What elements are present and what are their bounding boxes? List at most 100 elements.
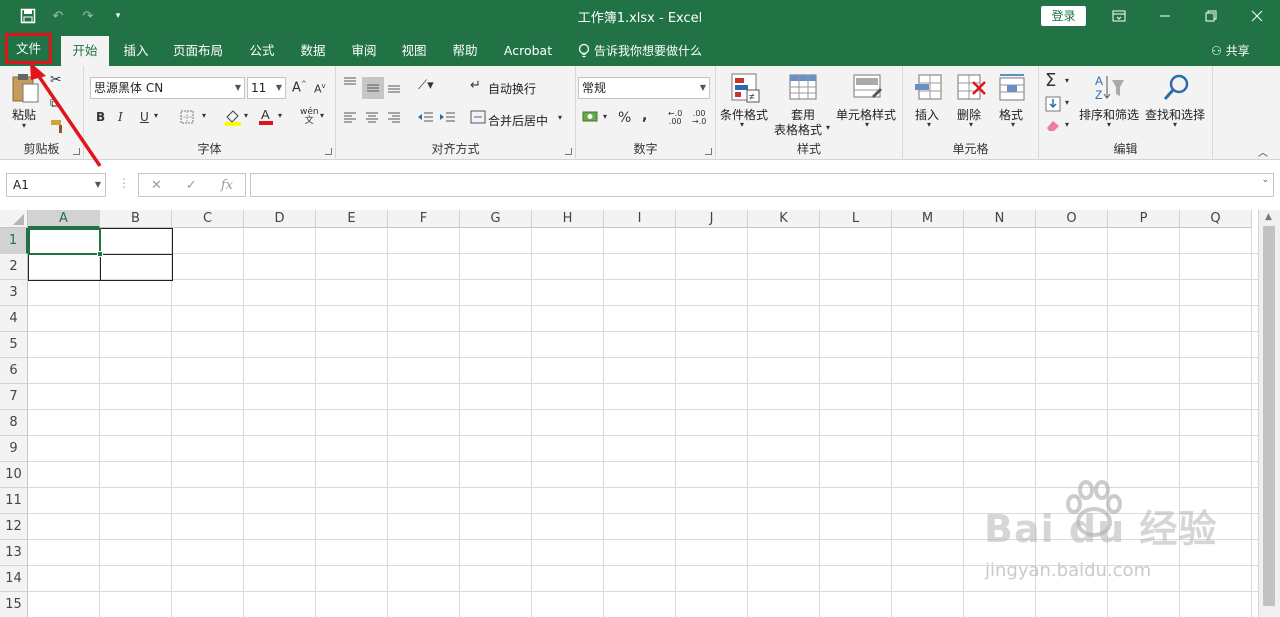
row-header-3[interactable]: 3 — [0, 280, 28, 306]
login-button[interactable]: 登录 — [1041, 6, 1086, 26]
fill-icon[interactable] — [1045, 96, 1061, 115]
format-painter-icon[interactable] — [50, 119, 66, 136]
merge-center-icon[interactable] — [470, 110, 486, 127]
font-color-dropdown-icon[interactable]: ▾ — [278, 111, 282, 120]
fill-color-dropdown-icon[interactable]: ▾ — [244, 111, 248, 120]
decrease-decimal-icon[interactable]: .00 →.0 — [692, 110, 706, 126]
tab-help[interactable]: 帮助 — [444, 36, 486, 66]
scrollbar-thumb[interactable] — [1263, 226, 1275, 606]
tab-data[interactable]: 数据 — [292, 36, 334, 66]
select-all-button[interactable] — [0, 210, 28, 228]
find-select-icon[interactable] — [1161, 72, 1193, 104]
wrap-text-icon[interactable]: ↵ — [470, 78, 481, 93]
currency-dropdown-icon[interactable]: ▾ — [603, 112, 607, 121]
expand-formula-icon[interactable]: ⌄ — [1261, 175, 1269, 185]
phonetic-icon[interactable]: wén 文 — [300, 108, 319, 126]
row-header-5[interactable]: 5 — [0, 332, 28, 358]
delete-dropdown-icon[interactable]: ▾ — [969, 120, 973, 129]
tab-page-layout[interactable]: 页面布局 — [166, 36, 230, 66]
column-header-l[interactable]: L — [820, 210, 892, 228]
scroll-up-icon[interactable]: ▲ — [1265, 212, 1272, 222]
cell-styles-icon[interactable] — [852, 72, 884, 104]
paste-icon[interactable] — [10, 72, 42, 104]
comma-button[interactable]: , — [642, 108, 647, 124]
italic-button[interactable]: I — [118, 110, 123, 124]
redo-icon[interactable]: ↷ — [78, 6, 98, 26]
tab-home[interactable]: 开始 — [61, 36, 109, 66]
cell-styles-dropdown-icon[interactable]: ▾ — [865, 120, 869, 129]
format-as-table-icon[interactable] — [788, 72, 820, 104]
tab-insert[interactable]: 插入 — [115, 36, 157, 66]
formula-input[interactable]: ⌄ — [250, 173, 1274, 197]
borders-dropdown-icon[interactable]: ▾ — [202, 111, 206, 120]
minimize-icon[interactable] — [1142, 0, 1188, 32]
fill-color-icon[interactable] — [224, 108, 242, 129]
close-icon[interactable] — [1234, 0, 1280, 32]
column-header-j[interactable]: J — [676, 210, 748, 228]
undo-icon[interactable]: ↶ — [48, 6, 68, 26]
grow-font-icon[interactable]: A^ — [292, 80, 307, 95]
ribbon-display-icon[interactable] — [1096, 0, 1142, 32]
table-format-dropdown-icon[interactable]: ▾ — [826, 123, 830, 132]
wrap-text-label[interactable]: 自动换行 — [488, 80, 536, 97]
align-middle-icon[interactable] — [362, 77, 384, 99]
conditional-dropdown-icon[interactable]: ▾ — [740, 120, 744, 129]
column-header-a[interactable]: A — [28, 210, 100, 228]
enter-icon[interactable]: ✓ — [186, 178, 197, 193]
insert-function-icon[interactable]: fx — [221, 178, 233, 193]
row-header-9[interactable]: 9 — [0, 436, 28, 462]
row-header-13[interactable]: 13 — [0, 540, 28, 566]
borders-icon[interactable] — [180, 110, 194, 127]
format-as-table-label-2[interactable]: 表格格式 — [774, 121, 822, 138]
autosum-icon[interactable]: Σ — [1045, 70, 1056, 91]
column-header-c[interactable]: C — [172, 210, 244, 228]
cancel-icon[interactable]: ✕ — [151, 178, 162, 193]
row-header-10[interactable]: 10 — [0, 462, 28, 488]
tab-acrobat[interactable]: Acrobat — [498, 36, 558, 66]
merge-center-label[interactable]: 合并后居中 — [488, 112, 548, 129]
sort-dropdown-icon[interactable]: ▾ — [1107, 120, 1111, 129]
clear-dropdown-icon[interactable]: ▾ — [1065, 120, 1069, 129]
row-header-1[interactable]: 1 — [0, 228, 28, 254]
column-header-b[interactable]: B — [100, 210, 172, 228]
autosum-dropdown-icon[interactable]: ▾ — [1065, 76, 1069, 85]
alignment-launcher-icon[interactable] — [565, 148, 572, 155]
align-center-icon[interactable] — [364, 110, 380, 127]
format-dropdown-icon[interactable]: ▾ — [1011, 120, 1015, 129]
copy-icon[interactable]: ⧉ — [50, 96, 59, 111]
format-cells-icon[interactable] — [997, 72, 1029, 104]
column-header-i[interactable]: I — [604, 210, 676, 228]
tab-formulas[interactable]: 公式 — [241, 36, 283, 66]
active-cell[interactable] — [28, 228, 101, 255]
column-header-k[interactable]: K — [748, 210, 820, 228]
column-header-h[interactable]: H — [532, 210, 604, 228]
cut-icon[interactable]: ✂ — [50, 72, 62, 88]
column-header-f[interactable]: F — [388, 210, 460, 228]
percent-button[interactable]: % — [618, 110, 631, 126]
decrease-indent-icon[interactable] — [416, 110, 434, 127]
align-left-icon[interactable] — [342, 110, 358, 127]
align-bottom-icon[interactable] — [386, 80, 402, 97]
bold-button[interactable]: B — [96, 110, 105, 124]
sort-filter-icon[interactable]: AZ — [1093, 72, 1125, 104]
name-box[interactable]: A1 ▼ — [6, 173, 106, 197]
column-header-p[interactable]: P — [1108, 210, 1180, 228]
row-header-8[interactable]: 8 — [0, 410, 28, 436]
font-name-select[interactable]: 思源黑体 CN ▼ — [90, 77, 245, 99]
phonetic-dropdown-icon[interactable]: ▾ — [320, 111, 324, 120]
merge-dropdown-icon[interactable]: ▾ — [558, 113, 562, 122]
number-launcher-icon[interactable] — [705, 148, 712, 155]
orientation-icon[interactable]: ⟋▾ — [418, 78, 434, 93]
shrink-font-icon[interactable]: Av — [314, 82, 326, 96]
conditional-format-icon[interactable]: ≠ — [730, 72, 762, 104]
restore-icon[interactable] — [1188, 0, 1234, 32]
column-header-n[interactable]: N — [964, 210, 1036, 228]
underline-button[interactable]: U — [140, 110, 149, 124]
align-top-icon[interactable] — [342, 76, 358, 93]
row-header-7[interactable]: 7 — [0, 384, 28, 410]
delete-cells-icon[interactable] — [955, 72, 987, 104]
column-header-g[interactable]: G — [460, 210, 532, 228]
tab-view[interactable]: 视图 — [393, 36, 435, 66]
find-dropdown-icon[interactable]: ▾ — [1173, 120, 1177, 129]
increase-indent-icon[interactable] — [438, 110, 456, 127]
